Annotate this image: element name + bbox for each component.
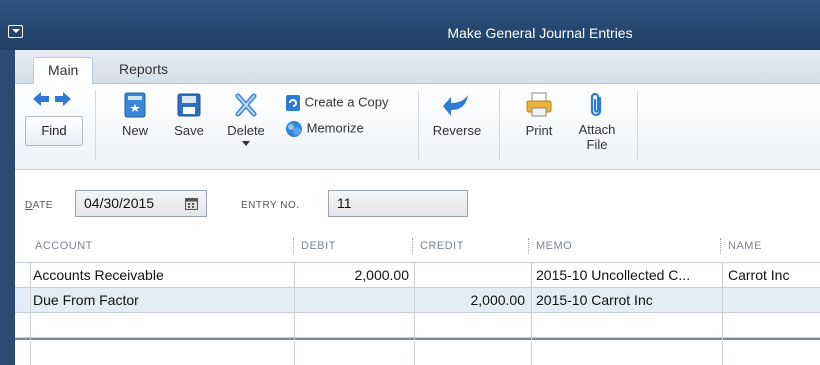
attach-label-line1: Attach	[578, 122, 616, 137]
new-label: New	[121, 123, 148, 138]
grid-line	[722, 263, 723, 365]
reverse-label: Reverse	[432, 123, 482, 138]
column-header-name[interactable]: NAME	[728, 240, 762, 252]
tab-strip: Main Reports	[15, 50, 820, 85]
date-value: 04/30/2015	[84, 195, 155, 211]
cell-debit[interactable]: 2,000.00	[295, 263, 413, 288]
new-button[interactable]: New	[117, 92, 153, 138]
separator	[95, 90, 96, 160]
attach-label-line2: File	[586, 137, 608, 152]
reverse-arrow-icon	[443, 95, 468, 116]
memorize-icon	[286, 121, 302, 137]
column-header-credit[interactable]: CREDIT	[420, 240, 464, 252]
column-header-memo[interactable]: MEMO	[536, 240, 572, 252]
cell-memo[interactable]: 2015-10 Carrot Inc	[532, 288, 722, 313]
table-row[interactable]	[15, 338, 820, 363]
save-disk-icon	[177, 93, 201, 117]
grid-line	[30, 263, 31, 365]
separator	[499, 90, 500, 160]
grid-line	[414, 263, 415, 365]
cell-account[interactable]: Accounts Receivable	[29, 263, 294, 288]
left-frame	[0, 50, 15, 365]
new-document-icon	[124, 92, 146, 118]
memorize-button[interactable]: Memorize	[285, 120, 364, 138]
grid-line	[294, 263, 295, 365]
paperclip-icon	[590, 92, 602, 117]
save-label: Save	[174, 123, 204, 138]
cell-account[interactable]: Due From Factor	[29, 288, 294, 313]
delete-x-icon	[235, 93, 257, 117]
title-bar: Make General Journal Entries	[0, 0, 820, 50]
entry-no-field[interactable]: 11	[328, 190, 468, 217]
cell-memo[interactable]: 2015-10 Uncollected C...	[532, 263, 722, 288]
create-copy-button[interactable]: Create a Copy	[285, 94, 388, 112]
cell-name[interactable]	[724, 288, 820, 313]
grid-line	[531, 263, 532, 365]
cell-debit[interactable]	[295, 288, 413, 313]
column-divider[interactable]	[528, 238, 529, 254]
save-button[interactable]: Save	[169, 92, 209, 138]
print-label: Print	[525, 123, 553, 138]
memorize-label: Memorize	[306, 120, 364, 136]
next-arrow-icon[interactable]	[55, 92, 71, 106]
tab-main[interactable]: Main	[33, 57, 94, 85]
window-title: Make General Journal Entries	[447, 25, 633, 41]
delete-label: Delete	[227, 123, 265, 138]
calendar-icon[interactable]	[185, 197, 198, 210]
separator	[418, 90, 419, 160]
date-label: DATE	[25, 200, 53, 211]
column-divider[interactable]	[720, 238, 721, 254]
column-divider[interactable]	[293, 238, 294, 254]
reverse-button[interactable]: Reverse	[427, 92, 487, 138]
previous-arrow-icon[interactable]	[33, 92, 49, 106]
separator	[637, 90, 638, 160]
date-label-rest: ATE	[32, 200, 53, 211]
print-button[interactable]: Print	[519, 92, 559, 138]
cell-credit[interactable]	[415, 263, 529, 288]
cell-name[interactable]: Carrot Inc	[724, 263, 820, 288]
table-row[interactable]	[15, 313, 820, 338]
column-header-account[interactable]: ACCOUNT	[35, 240, 93, 252]
printer-icon	[526, 92, 552, 117]
entry-no-label: ENTRY NO.	[241, 200, 300, 211]
date-label-accelerator: D	[25, 200, 33, 211]
toolbar-ribbon: Find New Save Delete Create a Copy Memor…	[15, 84, 820, 170]
find-button[interactable]: Find	[25, 116, 83, 146]
date-field[interactable]: 04/30/2015	[75, 190, 207, 217]
create-copy-label: Create a Copy	[304, 94, 389, 110]
chevron-down-icon	[242, 141, 250, 146]
attach-file-button[interactable]: Attach File	[575, 92, 619, 152]
column-header-debit[interactable]: DEBIT	[301, 240, 336, 252]
delete-button[interactable]: Delete	[223, 92, 269, 146]
table-row[interactable]: Accounts Receivable 2,000.00 2015-10 Unc…	[15, 263, 820, 288]
copy-document-icon	[286, 95, 300, 111]
column-divider[interactable]	[412, 238, 413, 254]
cell-credit[interactable]: 2,000.00	[415, 288, 529, 313]
table-row[interactable]: Due From Factor 2,000.00 2015-10 Carrot …	[15, 288, 820, 313]
tab-reports[interactable]: Reports	[105, 57, 182, 84]
